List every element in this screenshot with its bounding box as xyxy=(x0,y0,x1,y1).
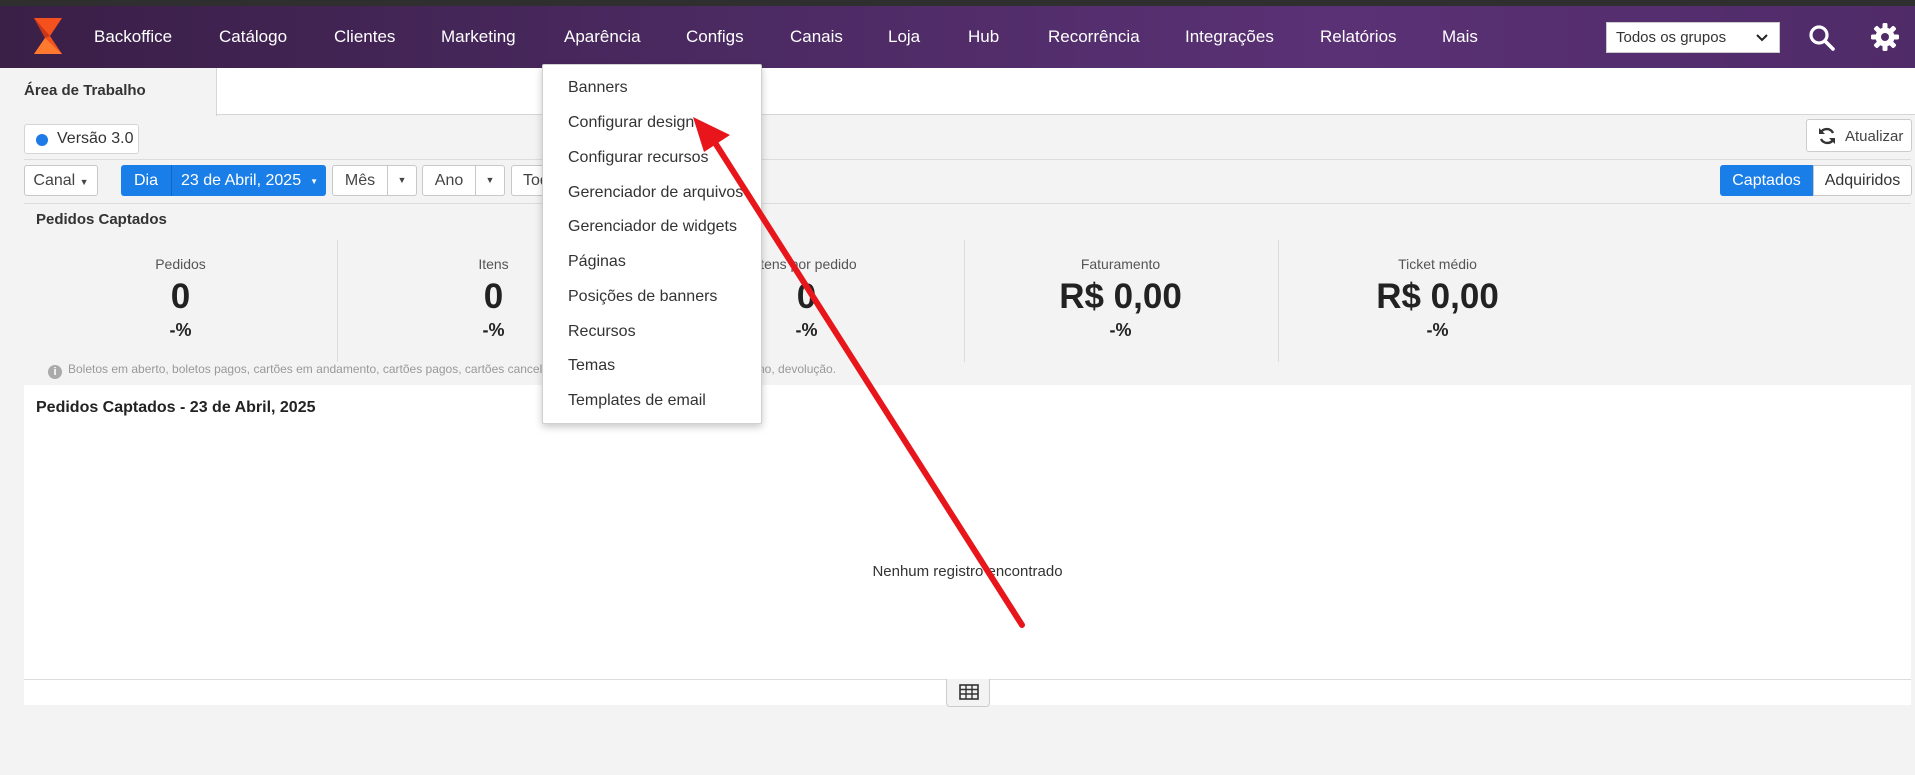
info-icon: i xyxy=(48,365,62,379)
nav-loja[interactable]: Loja xyxy=(888,27,920,47)
note-text-right: no, devolução. xyxy=(758,362,837,376)
kpi-divider xyxy=(1278,240,1279,362)
kpi-faturamento: Faturamento R$ 0,00 -% xyxy=(964,240,1277,362)
panel-title: Pedidos Captados - 23 de Abril, 2025 xyxy=(36,399,316,416)
top-navbar: Backoffice Catálogo Clientes Marketing A… xyxy=(0,6,1915,68)
toggle-adquiridos[interactable]: Adquiridos xyxy=(1813,165,1912,196)
group-select-value: Todos os grupos xyxy=(1616,29,1727,46)
nav-relatorios[interactable]: Relatórios xyxy=(1320,27,1397,47)
menu-item-temas[interactable]: Temas xyxy=(568,357,615,375)
nav-canais[interactable]: Canais xyxy=(790,27,843,47)
gear-icon[interactable] xyxy=(1870,22,1900,52)
caret-down-icon: ▼ xyxy=(310,177,318,186)
group-select[interactable]: Todos os grupos xyxy=(1606,22,1780,53)
menu-item-configurar-recursos[interactable]: Configurar recursos xyxy=(568,149,709,167)
table-view-button[interactable] xyxy=(946,679,990,707)
nav-configs[interactable]: Configs xyxy=(686,27,744,47)
canal-label: Canal xyxy=(33,172,76,189)
kpi-label: Pedidos xyxy=(155,256,206,272)
ano-button[interactable]: Ano xyxy=(422,165,476,196)
menu-item-paginas[interactable]: Páginas xyxy=(568,253,626,271)
canal-dropdown[interactable]: Canal ▼ xyxy=(24,165,98,196)
toggle-captados[interactable]: Captados xyxy=(1720,165,1813,196)
tab-area-de-trabalho[interactable]: Área de Trabalho xyxy=(0,68,217,116)
kpi-ticket-medio: Ticket médio R$ 0,00 -% xyxy=(1281,240,1594,362)
nav-marketing[interactable]: Marketing xyxy=(441,27,516,47)
kpi-percent: -% xyxy=(1109,320,1132,340)
nav-aparencia[interactable]: Aparência xyxy=(564,27,641,47)
kpi-percent: -% xyxy=(169,320,192,340)
nav-recorrencia[interactable]: Recorrência xyxy=(1048,27,1140,47)
nav-backoffice[interactable]: Backoffice xyxy=(94,27,172,47)
version-label: Versão 3.0 xyxy=(57,130,134,147)
mes-caret-button[interactable]: ▼ xyxy=(387,165,417,196)
refresh-label: Atualizar xyxy=(1845,128,1904,145)
refresh-button[interactable]: Atualizar xyxy=(1806,119,1912,152)
menu-item-gerenciador-de-widgets[interactable]: Gerenciador de widgets xyxy=(568,218,737,236)
refresh-icon xyxy=(1819,127,1835,145)
menu-item-configurar-design[interactable]: Configurar design xyxy=(568,114,694,132)
table-icon xyxy=(959,684,979,700)
ano-caret-button[interactable]: ▼ xyxy=(475,165,505,196)
info-note: i Boletos em aberto, boletos pagos, cartõ… xyxy=(48,362,836,379)
nav-integracoes[interactable]: Integrações xyxy=(1185,27,1274,47)
status-dot-icon xyxy=(36,134,48,146)
mes-button[interactable]: Mês xyxy=(332,165,388,196)
menu-item-recursos[interactable]: Recursos xyxy=(568,323,636,341)
nav-clientes[interactable]: Clientes xyxy=(334,27,395,47)
date-value: 23 de Abril, 2025 xyxy=(181,172,302,189)
kpi-label: Ticket médio xyxy=(1398,256,1477,272)
nav-mais[interactable]: Mais xyxy=(1442,27,1478,47)
brand-logo[interactable] xyxy=(28,16,68,58)
search-icon[interactable] xyxy=(1808,24,1836,52)
version-badge: Versão 3.0 xyxy=(24,124,139,154)
nav-hub[interactable]: Hub xyxy=(968,27,999,47)
date-picker[interactable]: 23 de Abril, 2025 ▼ xyxy=(171,165,326,196)
orders-panel: Pedidos Captados - 23 de Abril, 2025 Nen… xyxy=(24,385,1911,707)
aparencia-dropdown-menu: Banners Configurar design Configurar rec… xyxy=(542,64,762,424)
section-title: Pedidos Captados xyxy=(36,211,167,228)
caret-down-icon: ▼ xyxy=(485,175,495,185)
divider xyxy=(24,159,1911,160)
menu-item-gerenciador-de-arquivos[interactable]: Gerenciador de arquivos xyxy=(568,184,743,202)
note-text-left: Boletos em aberto, boletos pagos, cartõe… xyxy=(68,362,589,376)
tab-bar-fill xyxy=(217,68,1915,114)
divider xyxy=(24,203,1911,204)
kpi-value: 0 xyxy=(170,277,191,316)
menu-item-banners[interactable]: Banners xyxy=(568,79,628,97)
kpi-pedidos: Pedidos 0 -% xyxy=(24,240,337,362)
dia-button[interactable]: Dia xyxy=(121,165,171,196)
chevron-down-icon xyxy=(1756,34,1768,42)
kpi-value: R$ 0,00 xyxy=(1059,277,1182,316)
kpi-percent: -% xyxy=(1426,320,1449,340)
tab-bar: Área de Trabalho xyxy=(0,68,1915,116)
kpi-value: R$ 0,00 xyxy=(1376,277,1499,316)
menu-item-posicoes-de-banners[interactable]: Posições de banners xyxy=(568,288,717,306)
kpi-label: Faturamento xyxy=(1080,256,1161,272)
caret-down-icon: ▼ xyxy=(79,177,89,187)
menu-item-templates-de-email[interactable]: Templates de email xyxy=(568,392,706,410)
nav-catalogo[interactable]: Catálogo xyxy=(219,27,287,47)
empty-state-text: Nenhum registro encontrado xyxy=(872,563,1063,580)
caret-down-icon: ▼ xyxy=(397,175,407,185)
